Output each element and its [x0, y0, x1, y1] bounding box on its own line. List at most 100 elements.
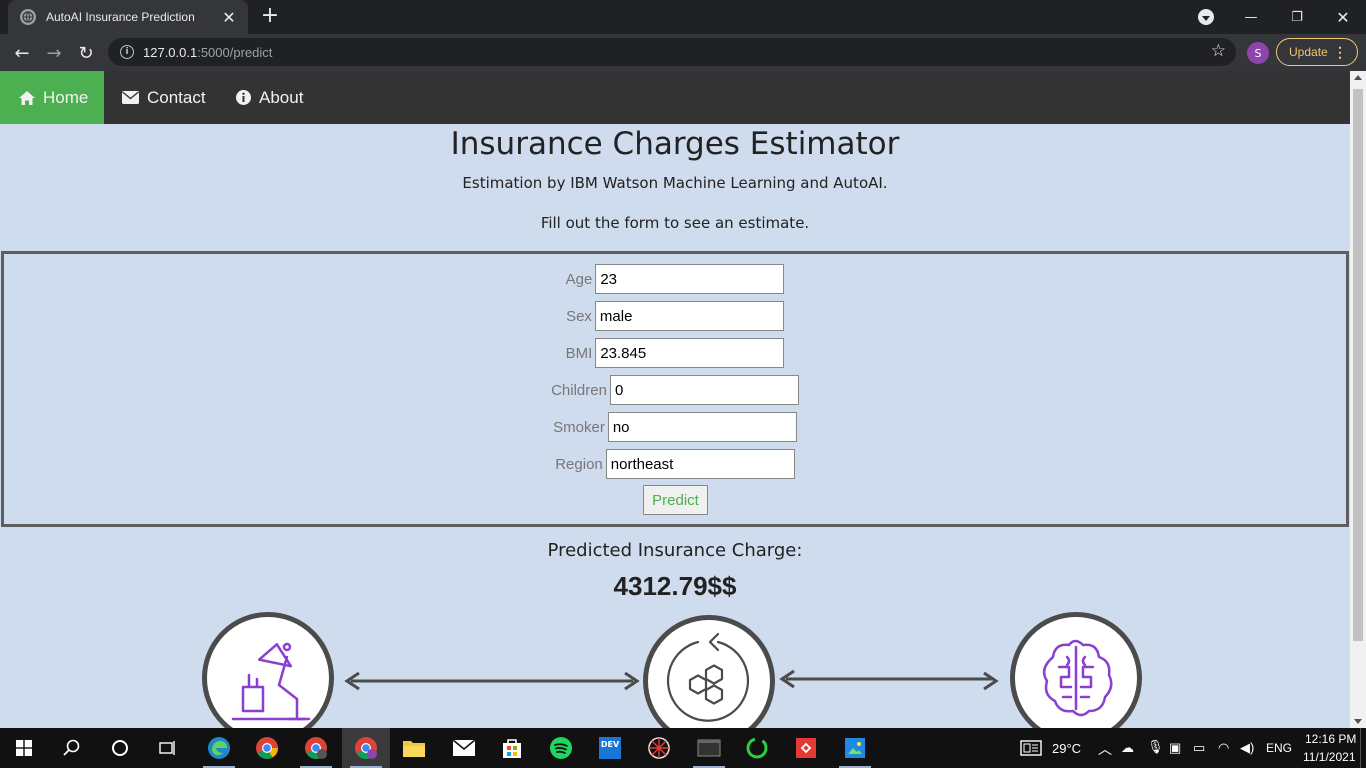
wifi-icon[interactable]: ◠	[1218, 740, 1229, 756]
form-row-children: Children	[4, 375, 1346, 405]
site-info-icon[interactable]: i	[120, 45, 134, 59]
volume-icon[interactable]: ◀)	[1240, 740, 1254, 756]
update-button[interactable]: Update ⋮	[1276, 38, 1358, 66]
cortana-icon[interactable]	[96, 728, 144, 768]
page-title: Insurance Charges Estimator	[450, 126, 900, 162]
children-label: Children	[551, 381, 607, 399]
windows-start-icon[interactable]	[0, 728, 48, 768]
forward-icon[interactable]: →	[41, 40, 67, 66]
top-navbar: Home Contact About	[0, 71, 1350, 124]
chrome-icon[interactable]	[243, 728, 291, 768]
cloud-icon[interactable]: ☁	[1121, 740, 1134, 756]
profile-avatar[interactable]: S	[1247, 42, 1269, 64]
spotify-icon[interactable]	[537, 728, 585, 768]
page-viewport: Home Contact About Insurance Charges Est…	[0, 71, 1350, 728]
info-circle-icon	[236, 90, 251, 105]
browser-toolbar: ← → ↻ i 127.0.0.1:5000/predict ☆ S Updat…	[0, 34, 1366, 71]
language-indicator[interactable]: ENG	[1266, 741, 1292, 755]
hexagon-cycle-icon	[643, 615, 775, 728]
kubernetes-icon[interactable]	[635, 728, 683, 768]
nav-label-home: Home	[43, 87, 89, 107]
file-explorer-icon[interactable]	[390, 728, 438, 768]
url-path: :5000/predict	[197, 44, 273, 60]
region-label: Region	[555, 455, 603, 473]
nav-item-contact[interactable]: Contact	[122, 71, 206, 124]
brain-icon	[1010, 612, 1142, 728]
nav-item-home[interactable]: Home	[0, 71, 104, 124]
globe-icon	[20, 9, 36, 25]
edge-icon[interactable]	[195, 728, 243, 768]
tab-close-icon[interactable]: ✕	[220, 8, 238, 27]
restore-button[interactable]: ❐	[1274, 0, 1320, 34]
reload-icon[interactable]: ↻	[73, 40, 99, 66]
result-value: 4312.79$$	[613, 571, 737, 601]
form-row-age: Age	[4, 264, 1346, 294]
address-bar[interactable]: i 127.0.0.1:5000/predict ☆	[108, 38, 1236, 66]
form-row-region: Region	[4, 449, 1346, 479]
nav-label-about: About	[259, 87, 304, 107]
git-app-icon[interactable]	[782, 728, 830, 768]
search-icon[interactable]	[48, 728, 96, 768]
left-double-arrow	[344, 671, 640, 691]
clock-time[interactable]: 12:16 PM	[1305, 732, 1356, 746]
weather-icon[interactable]	[1016, 728, 1046, 768]
tab-title: AutoAI Insurance Prediction	[46, 10, 195, 24]
windows-taskbar: DEV 29°C ︿ ☁ 🎙 ▣ ▭ ◠ ◀) ENG 12:16 PM 11/…	[0, 728, 1366, 768]
scroll-thumb[interactable]	[1353, 89, 1363, 641]
mail-icon[interactable]	[440, 728, 488, 768]
predict-button[interactable]: Predict	[643, 485, 708, 515]
scroll-up-icon[interactable]	[1354, 75, 1362, 80]
show-desktop-button[interactable]	[1360, 728, 1366, 768]
form-row-sex: Sex	[4, 301, 1346, 331]
nav-item-about[interactable]: About	[236, 71, 303, 124]
home-icon	[19, 90, 35, 105]
terminal-icon[interactable]	[685, 728, 733, 768]
dev-to-icon[interactable]: DEV	[586, 728, 634, 768]
back-icon[interactable]: ←	[9, 40, 35, 66]
close-window-button[interactable]: ✕	[1320, 0, 1366, 34]
page-subtitle: Estimation by IBM Watson Machine Learnin…	[462, 174, 888, 192]
smoker-input[interactable]	[607, 412, 797, 442]
new-tab-button[interactable]: +	[258, 5, 282, 29]
bmi-input[interactable]	[595, 338, 785, 368]
store-icon[interactable]	[488, 728, 536, 768]
display-icon[interactable]: ▣	[1169, 740, 1181, 756]
nav-label-contact: Contact	[147, 87, 206, 107]
task-view-icon[interactable]	[144, 728, 192, 768]
region-input[interactable]	[605, 449, 795, 479]
weather-temp: 29°C	[1052, 741, 1082, 756]
age-input[interactable]	[595, 264, 785, 294]
sex-input[interactable]	[594, 301, 784, 331]
minimize-button[interactable]: —	[1228, 0, 1274, 34]
age-label: Age	[565, 270, 593, 288]
form-row-bmi: BMI	[4, 338, 1346, 368]
sex-label: Sex	[566, 307, 592, 325]
photos-icon[interactable]	[831, 728, 879, 768]
smoker-label: Smoker	[553, 418, 605, 436]
svg-text:DEV: DEV	[601, 740, 620, 749]
estimate-form: Age Sex BMI Children Smoker Region Predi…	[1, 251, 1349, 527]
tray-chevron-icon[interactable]: ︿	[1098, 739, 1112, 759]
url-host: 127.0.0.1	[143, 44, 198, 60]
right-double-arrow	[779, 669, 999, 691]
battery-icon[interactable]: ▭	[1193, 740, 1205, 756]
chrome-active-icon[interactable]	[342, 728, 390, 768]
chrome-profile-icon[interactable]	[292, 728, 340, 768]
microphone-icon[interactable]: 🎙	[1147, 739, 1164, 755]
bookmark-star-icon[interactable]: ☆	[1211, 41, 1226, 61]
scroll-down-icon[interactable]	[1354, 719, 1362, 724]
browser-tabstrip: AutoAI Insurance Prediction ✕ + — ❐ ✕	[0, 0, 1366, 34]
page-scrollbar[interactable]	[1350, 71, 1366, 728]
sync-app-icon[interactable]	[733, 728, 781, 768]
clock-date[interactable]: 11/1/2021	[1303, 750, 1356, 764]
children-input[interactable]	[609, 375, 799, 405]
form-instruction: Fill out the form to see an estimate.	[540, 214, 810, 232]
form-row-smoker: Smoker	[4, 412, 1346, 442]
browser-tab[interactable]: AutoAI Insurance Prediction ✕	[8, 0, 248, 34]
menu-dots-icon: ⋮	[1333, 44, 1347, 60]
bmi-label: BMI	[565, 344, 593, 362]
tab-search-button[interactable]	[1198, 9, 1214, 25]
update-label: Update	[1289, 45, 1328, 59]
result-label: Predicted Insurance Charge:	[547, 540, 803, 561]
envelope-icon	[122, 91, 139, 104]
